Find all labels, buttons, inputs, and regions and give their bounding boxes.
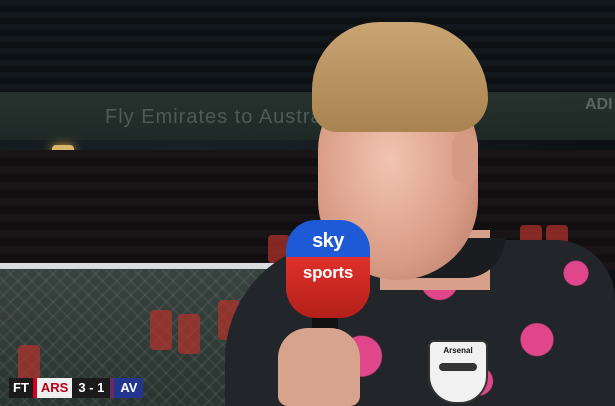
banner-text: Fly Emirates to Australia [105, 106, 346, 128]
background-player [150, 310, 172, 350]
player-hand [278, 328, 360, 406]
mic-brand-sports: sports [302, 263, 354, 282]
background-player [178, 314, 200, 354]
match-score: 3 - 1 [72, 378, 111, 398]
player-ear [452, 132, 478, 184]
cannon-icon [439, 363, 477, 371]
away-team: AV [114, 378, 144, 398]
stadium-upper-stand [0, 0, 615, 100]
crest-label: Arsenal [443, 346, 473, 355]
sky-sports-microphone: sky sports [286, 220, 370, 318]
scorebug: FT ARS 3 - 1 AV [9, 378, 144, 398]
interview-frame: Fly Emirates to Australia ADI Arsenal sk… [0, 0, 615, 406]
mic-brand-sky: sky [312, 230, 344, 252]
goal-crossbar [0, 263, 290, 269]
home-team: ARS [36, 378, 73, 398]
arsenal-crest: Arsenal [428, 340, 488, 404]
sponsor-text: ADI [585, 96, 613, 113]
match-status: FT [9, 378, 33, 398]
